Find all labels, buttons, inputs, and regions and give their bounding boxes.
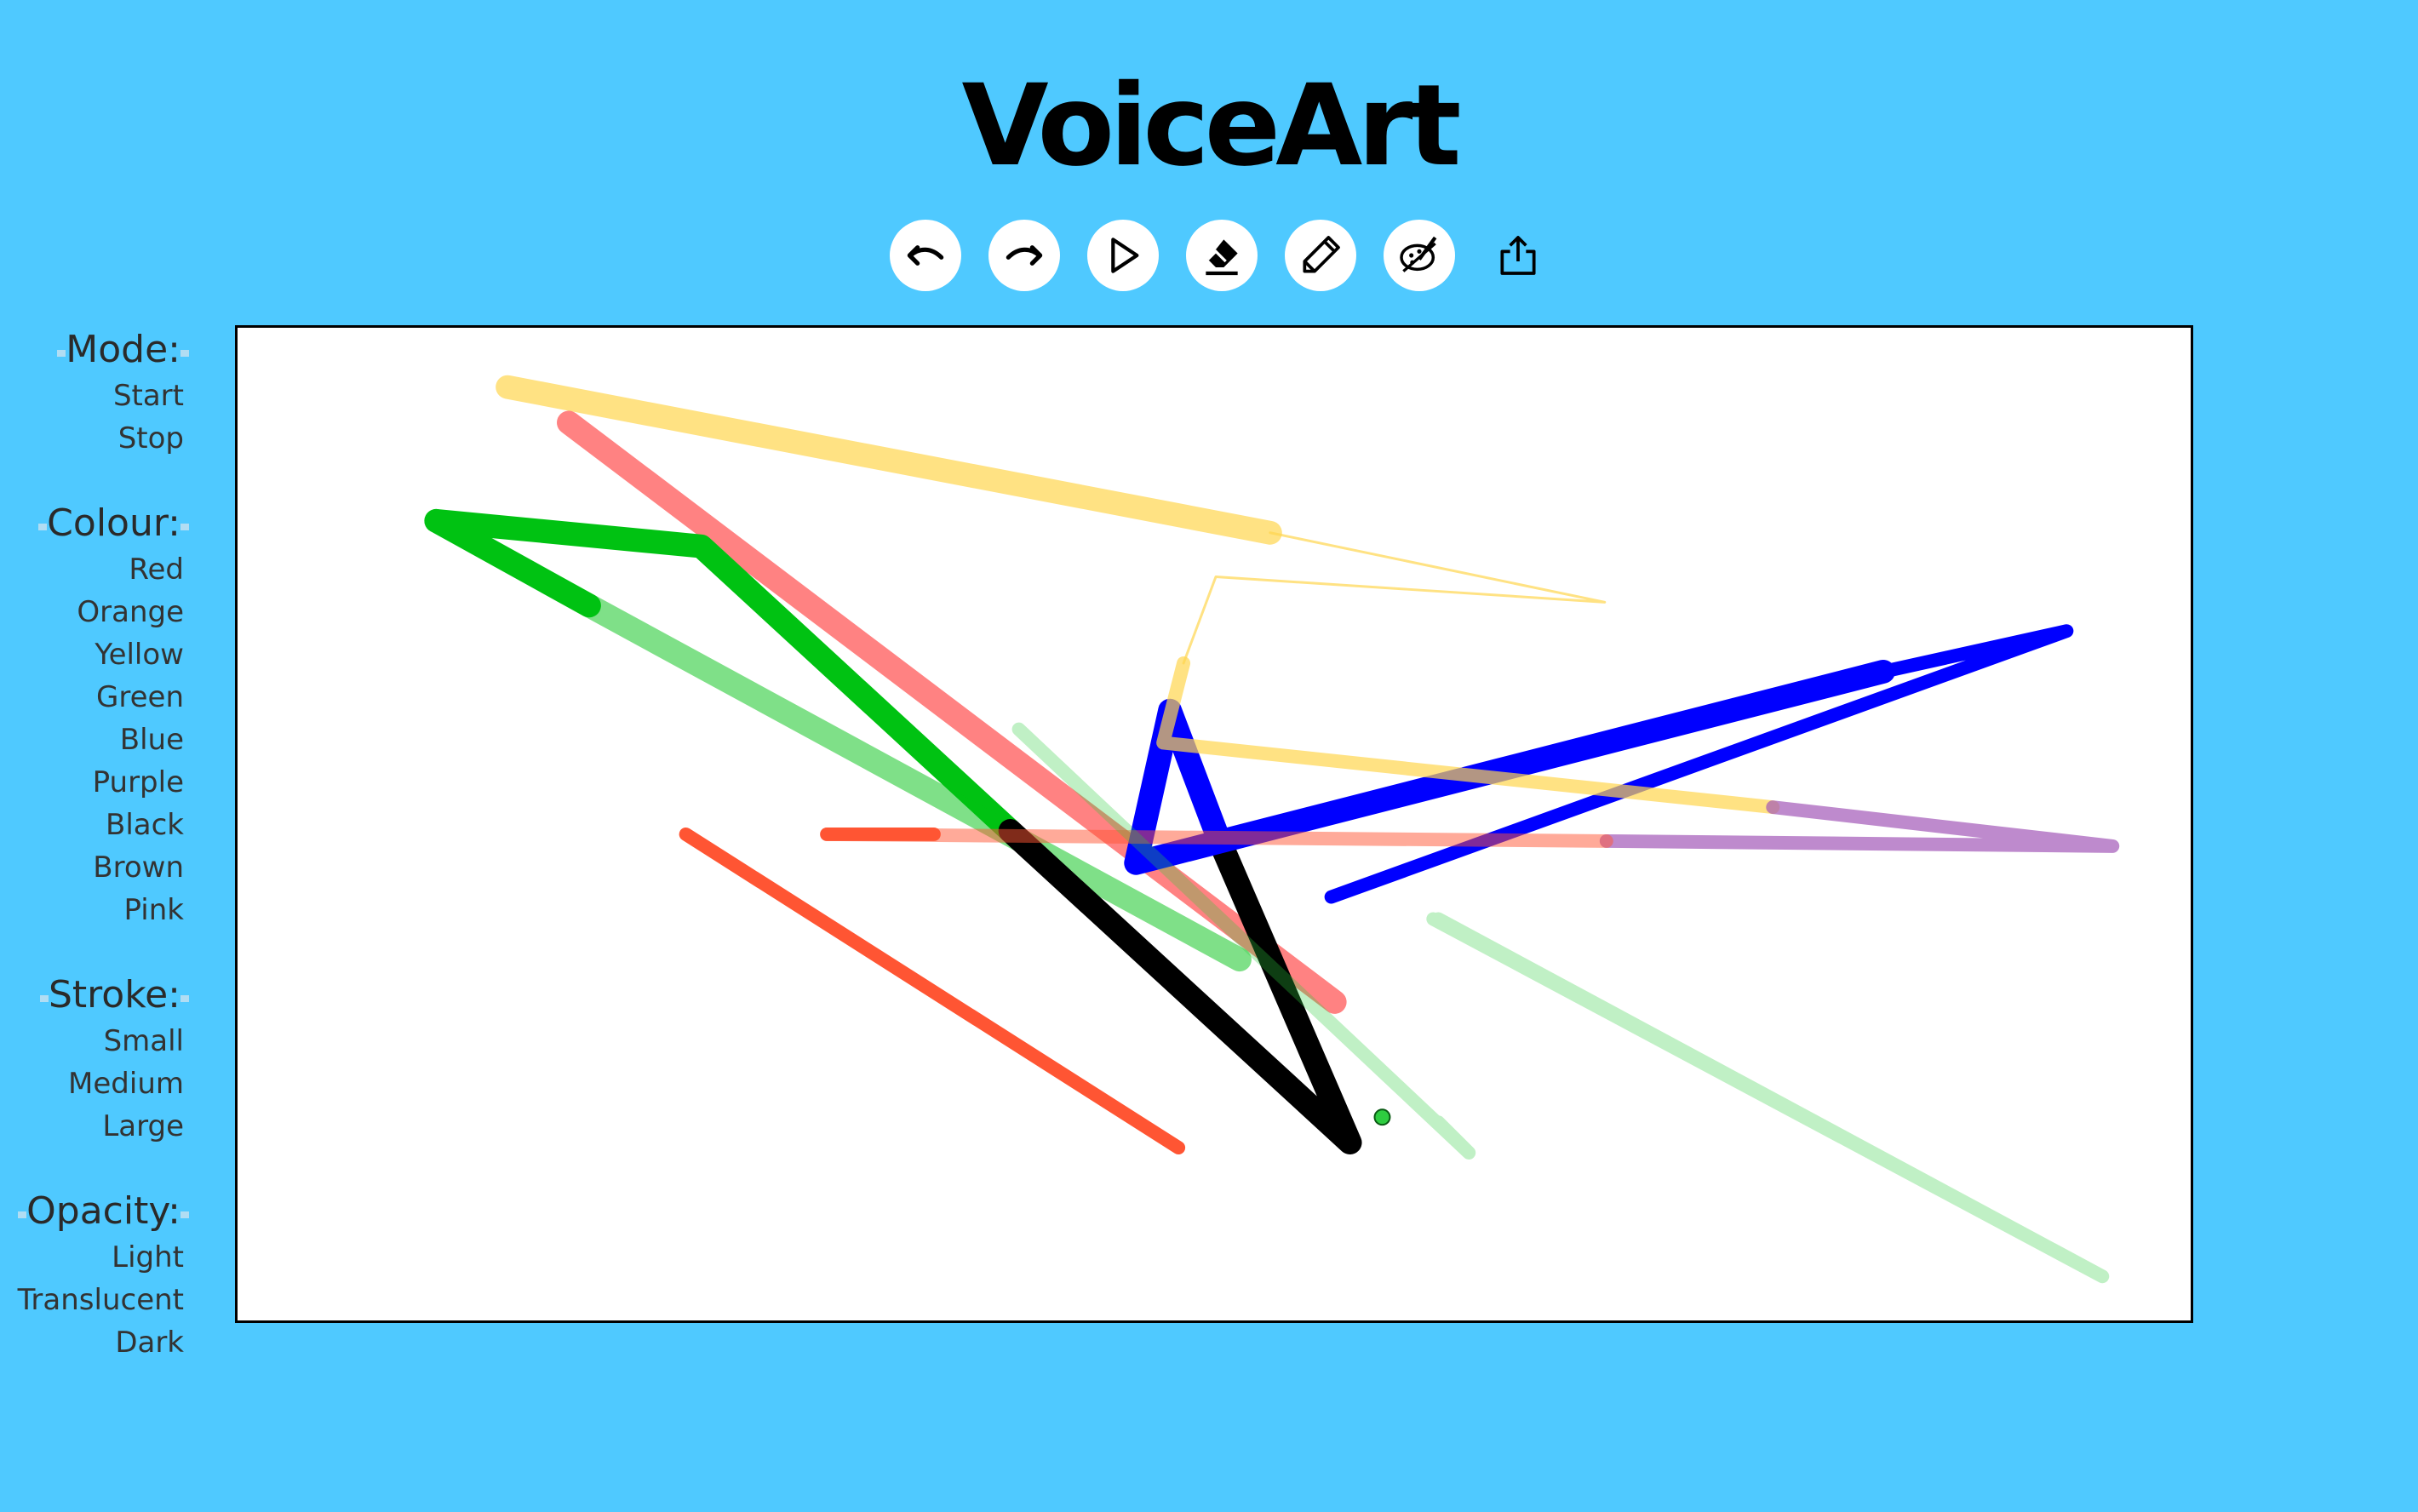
stroke-title: Stroke: [39, 971, 190, 1020]
drawing-canvas[interactable] [235, 325, 2193, 1323]
eraser-icon [1206, 239, 1238, 276]
brush-cursor [1373, 1108, 1391, 1126]
brush-stroke-11 [820, 827, 1613, 848]
play-icon [1111, 238, 1139, 273]
app-title: VoiceArt [961, 60, 1462, 192]
opacity-group: Opacity: Light Translucent Dark [18, 1187, 189, 1364]
redo-button[interactable] [988, 220, 1060, 291]
stroke-option-medium[interactable]: Medium [68, 1062, 184, 1105]
stroke-group: Stroke: Small Medium Large [39, 971, 190, 1148]
colour-option-pink[interactable]: Pink [124, 889, 184, 931]
brush-stroke-1 [1182, 531, 1607, 665]
colour-option-brown[interactable]: Brown [93, 846, 184, 889]
colour-option-purple[interactable]: Purple [93, 761, 184, 804]
share-button[interactable] [1482, 220, 1554, 291]
toolbar [890, 220, 1554, 291]
mode-option-stop[interactable]: Stop [118, 417, 184, 460]
opacity-option-light[interactable]: Light [112, 1236, 184, 1279]
colour-group: Colour: Red Orange Yellow Green Blue Pur… [38, 499, 189, 931]
colour-option-blue[interactable]: Blue [120, 719, 184, 761]
redo-icon [1006, 245, 1043, 266]
pencil-icon [1303, 236, 1340, 273]
eraser-button[interactable] [1186, 220, 1258, 291]
hide-brush-button[interactable] [1384, 220, 1455, 291]
hide-brush-icon [1400, 236, 1437, 272]
colour-title: Colour: [38, 499, 189, 548]
colour-option-black[interactable]: Black [106, 804, 184, 846]
colour-option-red[interactable]: Red [129, 548, 184, 591]
play-button[interactable] [1087, 220, 1159, 291]
mode-option-start[interactable]: Start [113, 375, 184, 417]
colour-option-green[interactable]: Green [96, 676, 184, 719]
pencil-button[interactable] [1285, 220, 1356, 291]
drawing-surface[interactable] [238, 328, 2191, 1320]
voiceart-app: VoiceArt Mode: Start Stop Colour: Red Or… [0, 0, 2418, 1512]
mode-title: Mode: [57, 325, 189, 375]
stroke-option-large[interactable]: Large [102, 1105, 184, 1148]
undo-icon [907, 245, 944, 266]
brush-stroke-8 [1324, 624, 2074, 904]
mode-group: Mode: Start Stop [57, 325, 189, 460]
opacity-option-translucent[interactable]: Translucent [18, 1279, 184, 1321]
stroke-option-small[interactable]: Small [104, 1020, 184, 1062]
brush-stroke-15 [1426, 912, 2110, 1284]
undo-button[interactable] [890, 220, 961, 291]
brush-stroke-10 [1599, 800, 2120, 853]
command-sidebar: Mode: Start Stop Colour: Red Orange Yell… [0, 325, 190, 1403]
colour-option-yellow[interactable]: Yellow [95, 633, 184, 676]
opacity-title: Opacity: [18, 1187, 189, 1236]
share-icon [1500, 236, 1536, 275]
opacity-option-dark[interactable]: Dark [115, 1321, 184, 1364]
colour-option-orange[interactable]: Orange [77, 591, 184, 633]
